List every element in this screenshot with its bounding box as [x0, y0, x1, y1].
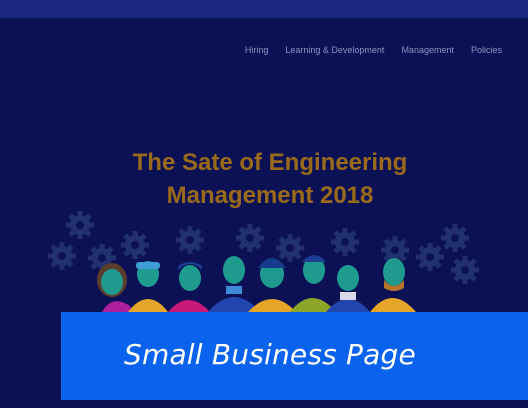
gear-icon [331, 228, 359, 256]
hero-title-line-2: Management 2018 [166, 182, 374, 209]
person-figure [168, 262, 210, 312]
small-business-banner[interactable]: Small Business Page [61, 312, 528, 400]
gear-icon [451, 256, 479, 284]
person-figure [370, 258, 416, 312]
gear-icon [48, 242, 76, 270]
hero-title-line-1: The Sate of Engineering [132, 149, 408, 176]
gear-icon [416, 243, 444, 271]
person-figure [248, 258, 296, 312]
gear-icon [276, 234, 304, 262]
person-figure [208, 256, 260, 312]
nav-link-hiring[interactable]: Hiring [245, 45, 269, 55]
page: Hiring Learning & Development Management… [0, 0, 528, 408]
top-bar [0, 0, 528, 18]
gear-icon [66, 211, 94, 239]
main-nav: Hiring Learning & Development Management… [245, 45, 502, 55]
nav-link-policies[interactable]: Policies [471, 45, 502, 55]
gear-icon [441, 224, 469, 252]
nav-link-learning-development[interactable]: Learning & Development [285, 45, 384, 55]
gear-icon [176, 226, 204, 254]
hero-title: The Sate of Engineering Management 2018 [120, 146, 420, 212]
gear-icon [121, 231, 149, 259]
person-figure [326, 265, 370, 312]
gear-icon [236, 224, 264, 252]
person-figure [128, 261, 168, 312]
banner-text: Small Business Page [124, 338, 416, 371]
nav-link-management[interactable]: Management [401, 45, 454, 55]
person-figure [290, 255, 336, 312]
